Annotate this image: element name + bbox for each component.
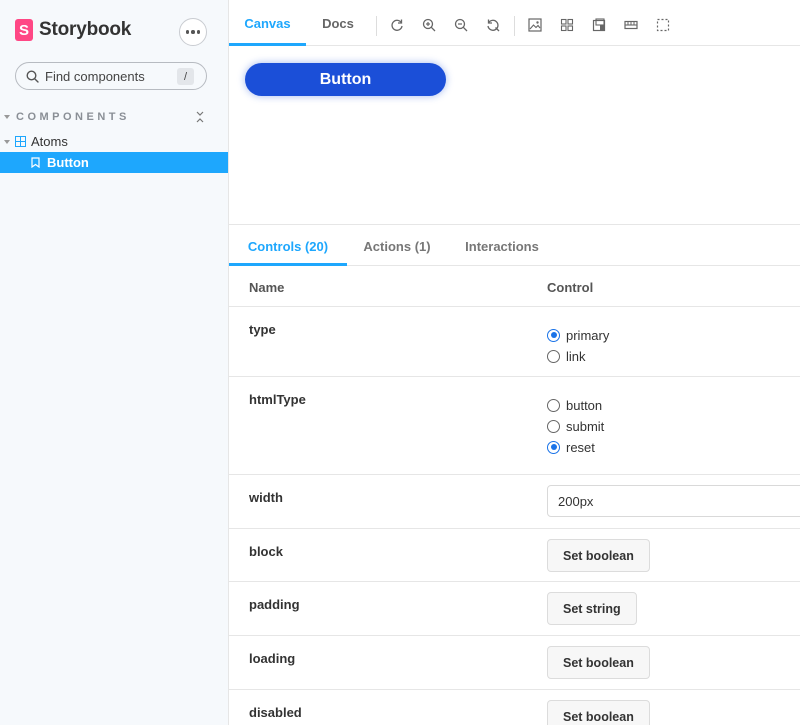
type-radio-group: primary link: [547, 321, 609, 370]
story-canvas: Button: [229, 46, 800, 225]
tab-canvas[interactable]: Canvas: [229, 0, 306, 46]
tab-interactions[interactable]: Interactions: [453, 226, 551, 266]
tree-group-label: Atoms: [31, 134, 68, 149]
toolbar: Canvas Docs: [229, 0, 800, 46]
table-row: type primary link: [229, 307, 800, 377]
section-title: COMPONENTS: [16, 111, 130, 123]
tab-actions[interactable]: Actions (1): [351, 226, 443, 266]
viewport-icon[interactable]: [591, 17, 607, 33]
radio-label: submit: [566, 418, 605, 434]
zoom-out-icon[interactable]: [453, 17, 469, 33]
control-name-htmltype: htmlType: [249, 392, 306, 407]
tab-controls[interactable]: Controls (20): [229, 226, 347, 266]
outline-icon[interactable]: [655, 17, 671, 33]
radio-unchecked-icon: [547, 398, 560, 412]
set-boolean-block-button[interactable]: Set boolean: [547, 539, 650, 572]
zoom-reset-icon[interactable]: [485, 17, 501, 33]
radio-type-link[interactable]: link: [547, 342, 609, 370]
table-row: padding Set string: [229, 582, 800, 636]
radio-htmltype-reset[interactable]: reset: [547, 433, 604, 461]
radio-label: primary: [566, 327, 610, 343]
component-group-icon: [15, 136, 26, 147]
caret-down-icon: [4, 139, 10, 144]
controls-table: Name Control type primary link htmlType: [229, 266, 800, 725]
table-row: disabled Set boolean: [229, 690, 800, 725]
brand[interactable]: S Storybook: [15, 19, 131, 41]
width-input[interactable]: [547, 485, 800, 517]
radio-label: reset: [566, 439, 595, 455]
column-header-name: Name: [249, 280, 285, 295]
table-row: width: [229, 475, 800, 529]
more-menu-button[interactable]: [179, 18, 207, 46]
control-name-padding: padding: [249, 597, 300, 612]
search-icon: [26, 69, 39, 83]
search-input[interactable]: [45, 68, 175, 84]
table-row: loading Set boolean: [229, 636, 800, 690]
radio-unchecked-icon: [547, 349, 560, 363]
tree-group-atoms[interactable]: Atoms: [0, 131, 228, 152]
components-section-header[interactable]: COMPONENTS: [4, 110, 214, 124]
set-string-padding-button[interactable]: Set string: [547, 592, 637, 625]
table-header: Name Control: [229, 266, 800, 307]
tree-story-label: Button: [47, 155, 89, 170]
brand-name: Storybook: [39, 19, 132, 40]
measure-icon[interactable]: [623, 17, 639, 33]
control-name-block: block: [249, 544, 283, 559]
toolbar-divider: [514, 16, 515, 36]
zoom-in-icon[interactable]: [421, 17, 437, 33]
set-boolean-loading-button[interactable]: Set boolean: [547, 646, 650, 679]
storybook-logo-icon: S: [15, 19, 33, 41]
background-icon[interactable]: [527, 17, 543, 33]
radio-label: button: [566, 397, 603, 413]
column-header-control: Control: [547, 280, 594, 295]
radio-checked-icon: [547, 328, 560, 342]
reload-icon[interactable]: [389, 17, 405, 33]
tree-story-button[interactable]: Button: [0, 152, 228, 173]
toolbar-divider: [376, 16, 377, 36]
search-box[interactable]: /: [15, 62, 207, 90]
control-name-width: width: [249, 490, 283, 505]
caret-down-icon: [4, 115, 10, 119]
search-shortcut-key: /: [177, 68, 194, 85]
main-panel: Canvas Docs Button Controls (20) Actions…: [228, 0, 800, 725]
grid-icon[interactable]: [559, 17, 575, 33]
sidebar: S Storybook / COMPONENTS Atoms: [0, 0, 228, 725]
bookmark-icon: [31, 157, 40, 168]
set-boolean-disabled-button[interactable]: Set boolean: [547, 700, 650, 725]
tab-docs[interactable]: Docs: [309, 0, 367, 46]
htmltype-radio-group: button submit reset: [547, 391, 604, 461]
radio-checked-icon: [547, 440, 560, 454]
addon-tabs: Controls (20) Actions (1) Interactions: [229, 226, 800, 266]
control-name-type: type: [249, 322, 276, 337]
control-name-disabled: disabled: [249, 705, 302, 720]
table-row: block Set boolean: [229, 529, 800, 582]
control-name-loading: loading: [249, 651, 296, 666]
table-row: htmlType button submit reset: [229, 377, 800, 475]
collapse-all-icon[interactable]: [193, 110, 207, 124]
demo-button[interactable]: Button: [245, 63, 446, 96]
ellipsis-icon: [185, 30, 201, 34]
radio-unchecked-icon: [547, 419, 560, 433]
radio-label: link: [566, 348, 586, 364]
